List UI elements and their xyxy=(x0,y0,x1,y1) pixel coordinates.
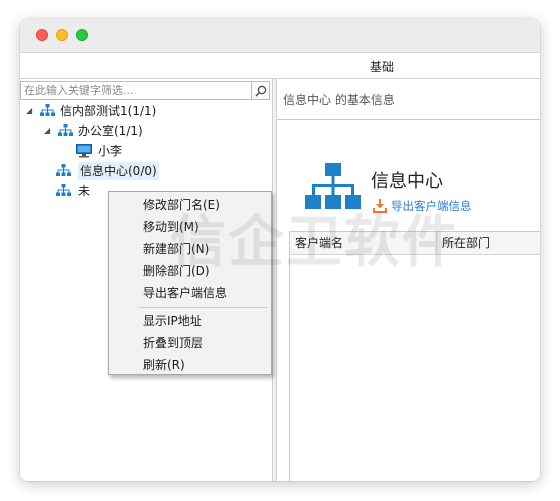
tree-node-client-xiaoli[interactable]: 小李 xyxy=(76,142,196,160)
search-button[interactable] xyxy=(252,81,270,100)
app-window: 基础 ◢ 信内部测试1(1 xyxy=(20,19,540,481)
department-title: 信息中心 xyxy=(371,171,443,192)
column-header-department[interactable]: 所在部门 xyxy=(437,232,540,254)
breadcrumb: 信息中心 的基本信息 xyxy=(283,93,395,107)
detail-pane: 信息中心 的基本信息 信息中心 导出客户端信息 客户端名 所在部门 xyxy=(277,79,540,481)
menu-item-delete-department[interactable]: 删除部门(D) xyxy=(109,260,271,282)
menu-separator xyxy=(139,307,267,308)
title-bar xyxy=(20,19,540,53)
menu-item-rename-department[interactable]: 修改部门名(E) xyxy=(109,194,271,216)
divider xyxy=(277,119,540,120)
tree-node-info-center[interactable]: 信息中心(0/0) xyxy=(56,162,256,180)
client-table: 客户端名 所在部门 xyxy=(289,231,540,481)
filter-box xyxy=(20,81,252,100)
menu-item-label: 新建部门(N) xyxy=(143,242,210,256)
org-tree-icon xyxy=(56,164,71,176)
tree-node-label: 小李 xyxy=(98,144,123,158)
tab-basic[interactable]: 基础 xyxy=(358,58,406,75)
tree-node-label: 信息中心(0/0) xyxy=(78,162,159,180)
menu-item-refresh[interactable]: 刷新(R) xyxy=(109,354,271,376)
search-icon xyxy=(255,85,267,97)
menu-item-export-client-info[interactable]: 导出客户端信息 xyxy=(109,282,271,304)
tree-node-unassigned[interactable]: 未 xyxy=(56,182,116,200)
org-tree-icon xyxy=(56,184,71,196)
column-header-client-name[interactable]: 客户端名 xyxy=(290,232,437,254)
department-context-menu: 修改部门名(E) 移动到(M) 新建部门(N) 删除部门(D) 导出客户端信息 … xyxy=(108,191,272,375)
computer-icon xyxy=(76,144,92,158)
table-header: 客户端名 所在部门 xyxy=(290,232,540,255)
menu-item-show-ip[interactable]: 显示IP地址 xyxy=(109,310,271,332)
menu-item-label: 导出客户端信息 xyxy=(143,286,228,300)
tree-node-label: 办公室(1/1) xyxy=(78,124,143,138)
menu-item-label: 显示IP地址 xyxy=(143,314,202,328)
menu-item-label: 刷新(R) xyxy=(143,358,185,372)
ribbon-bar: 基础 xyxy=(20,53,540,79)
tree-node-label: 未 xyxy=(78,184,91,198)
export-link-label: 导出客户端信息 xyxy=(391,199,472,213)
close-window-button[interactable] xyxy=(36,29,48,41)
menu-item-collapse-to-top[interactable]: 折叠到顶层 xyxy=(109,332,271,354)
menu-item-label: 修改部门名(E) xyxy=(143,198,220,212)
org-tree-icon xyxy=(40,104,55,116)
menu-item-label: 折叠到顶层 xyxy=(143,336,204,350)
download-icon xyxy=(373,199,387,213)
tree-node-root[interactable]: ◢ 信内部测试1(1/1) xyxy=(24,102,224,120)
org-tree-icon xyxy=(305,163,361,209)
tree-node-label: 信内部测试1(1/1) xyxy=(60,104,157,118)
menu-item-label: 移动到(M) xyxy=(143,220,199,234)
minimize-window-button[interactable] xyxy=(56,29,68,41)
menu-item-move-to[interactable]: 移动到(M) xyxy=(109,216,271,238)
zoom-window-button[interactable] xyxy=(76,29,88,41)
menu-item-label: 删除部门(D) xyxy=(143,264,210,278)
expand-arrow-icon[interactable]: ◢ xyxy=(26,102,32,120)
expand-arrow-icon[interactable]: ◢ xyxy=(44,122,50,140)
org-tree-icon xyxy=(58,124,73,136)
filter-input[interactable] xyxy=(21,82,249,99)
menu-item-new-department[interactable]: 新建部门(N) xyxy=(109,238,271,260)
tree-node-office[interactable]: ◢ 办公室(1/1) xyxy=(42,122,222,140)
